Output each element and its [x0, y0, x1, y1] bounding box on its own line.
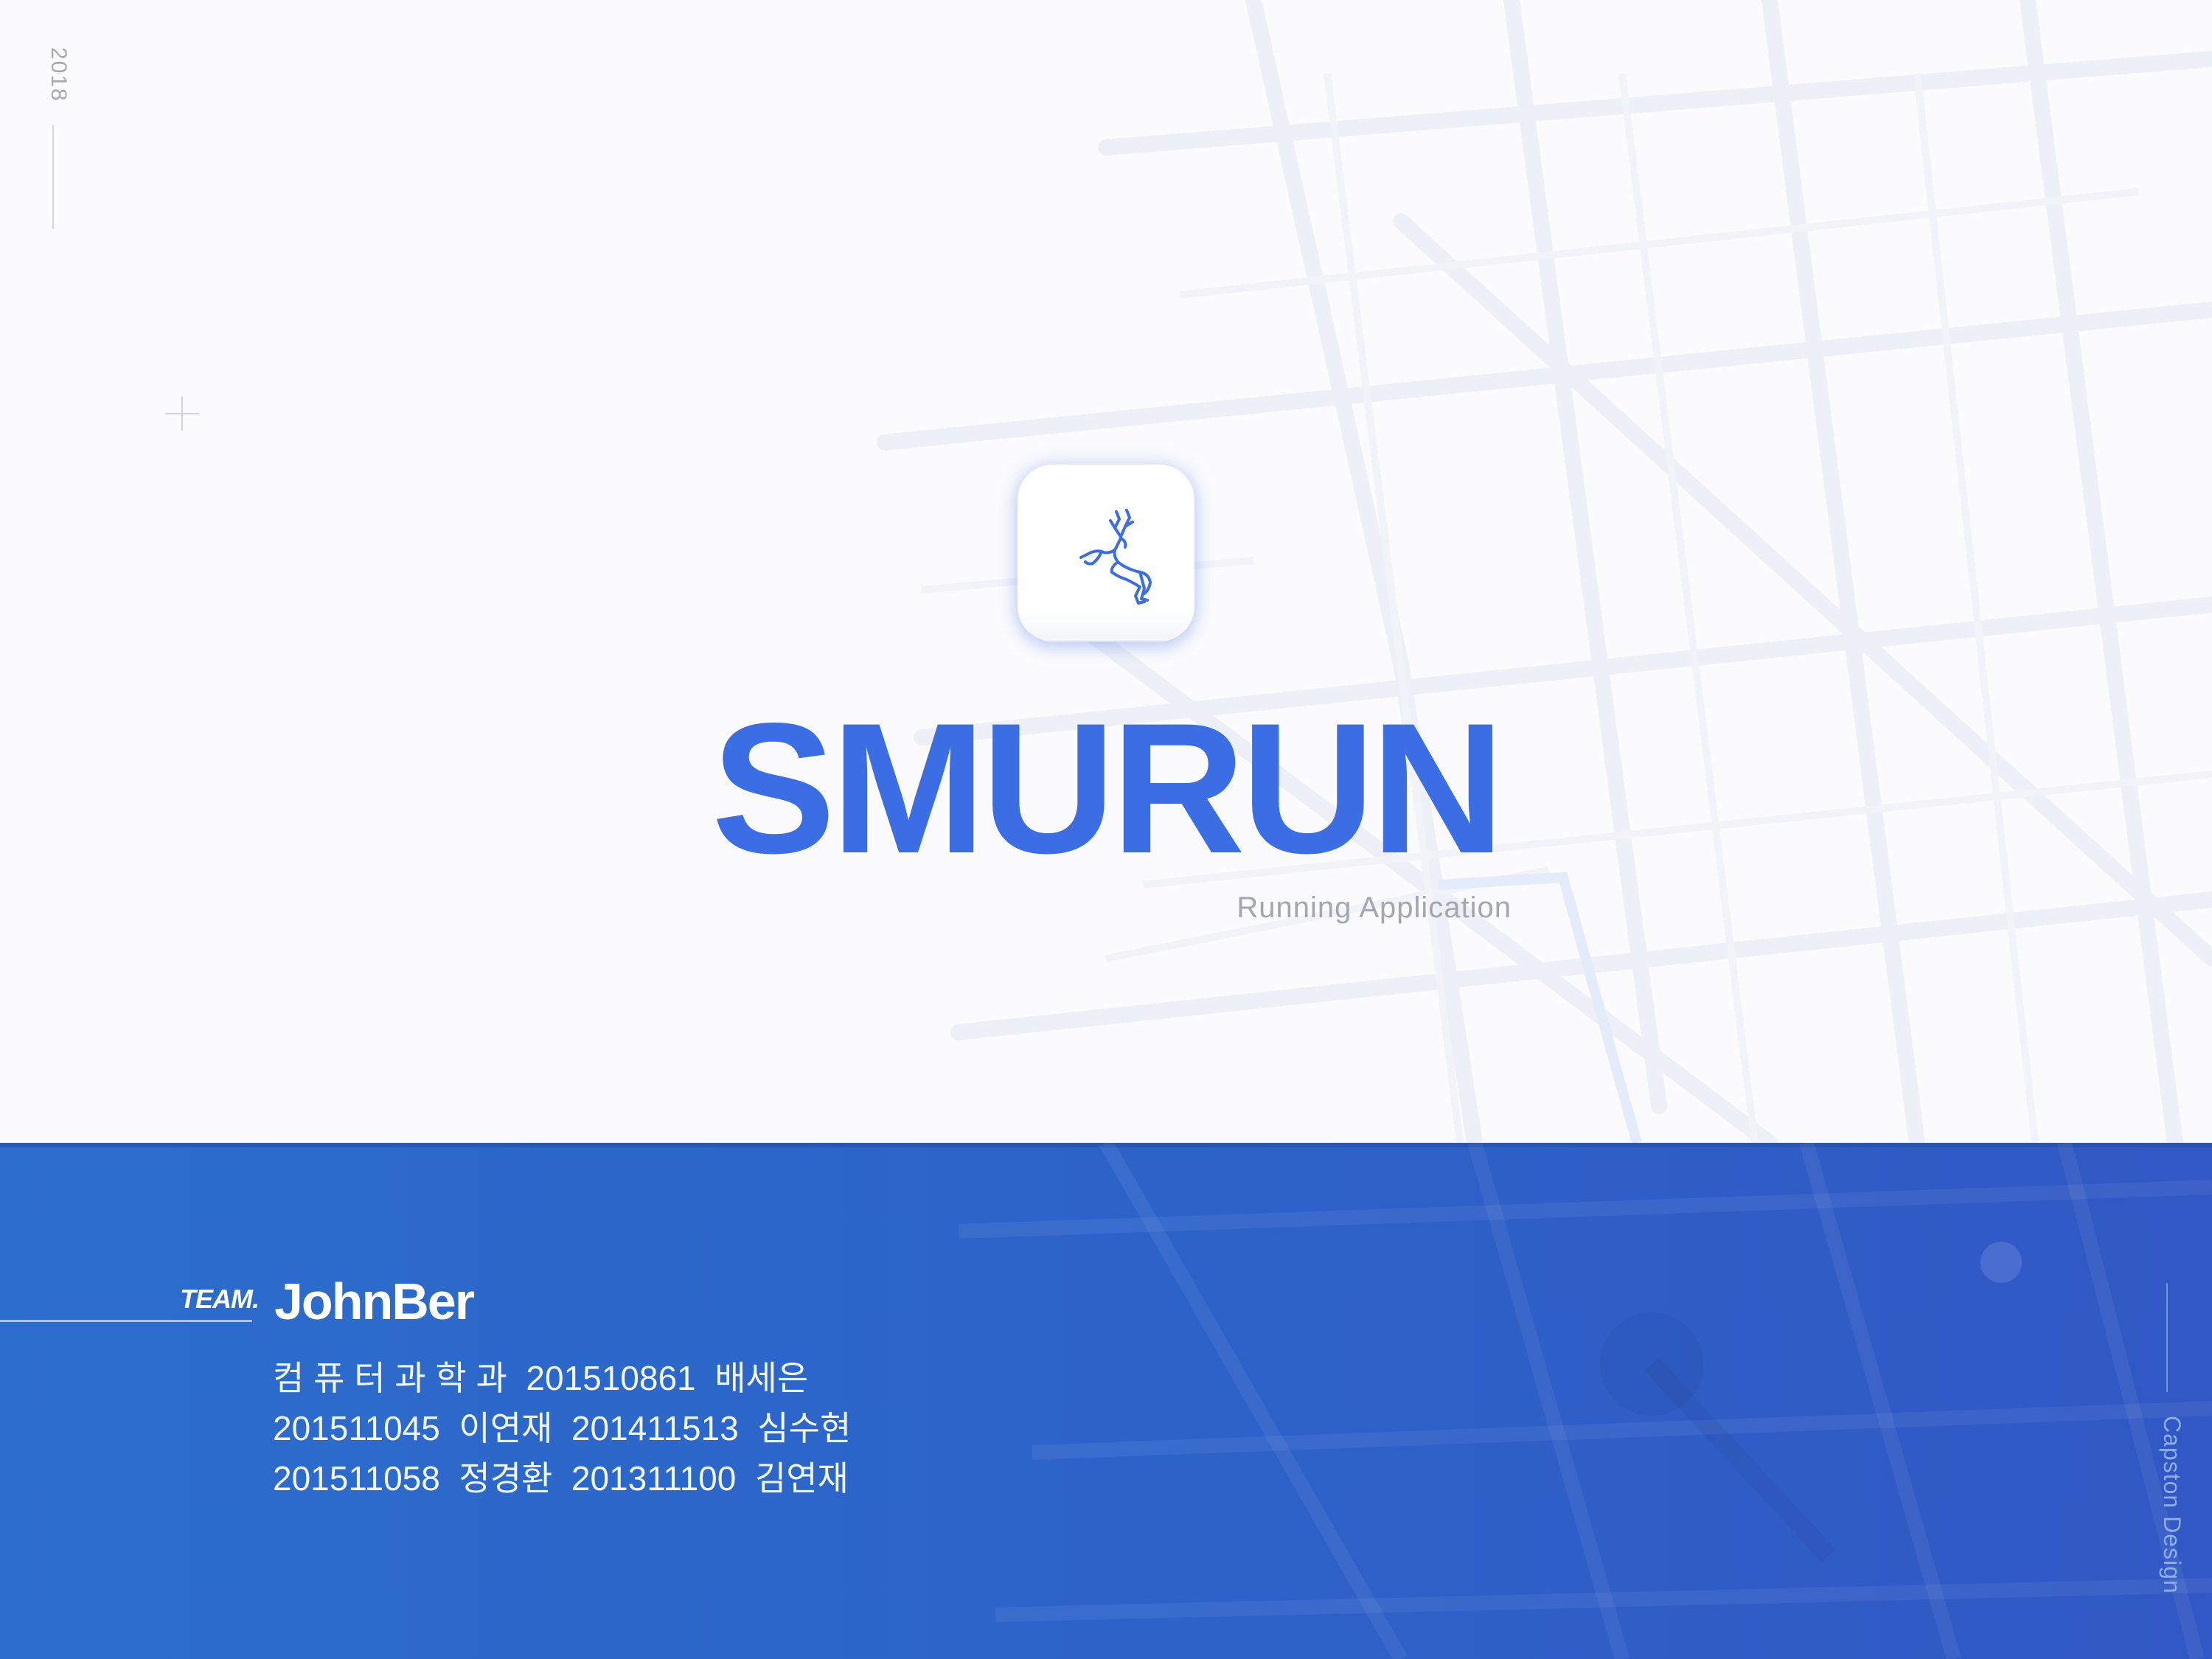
cover-page: 2018 SMURUN Running Application TEAM. Jo… [0, 0, 2212, 1659]
year-label: 2018 [46, 47, 71, 102]
location-dot [1980, 1242, 2022, 1283]
member-line: 201511058 정경환 201311100 김연재 [273, 1459, 849, 1498]
app-title: SMURUN [712, 685, 1505, 892]
team-info-band: TEAM. JohnBer 컴 퓨 터 과 학 과 201510861 배세은 … [0, 1143, 2212, 1659]
leaping-deer-icon [1079, 509, 1152, 605]
app-icon [1018, 465, 1194, 641]
member-line: 201511045 이연재 201411513 심수현 [273, 1409, 852, 1447]
crosshair-mark [165, 397, 199, 431]
team-name: JohnBer [274, 1273, 475, 1330]
side-divider [2166, 1283, 2168, 1392]
year-divider [52, 125, 54, 229]
app-subtitle: Running Application [1237, 891, 1512, 924]
team-label: TEAM. [180, 1284, 260, 1314]
capstone-label: Capston Design [2159, 1416, 2185, 1594]
team-rule [0, 1320, 252, 1322]
member-line: 컴 퓨 터 과 학 과 201510861 배세은 [273, 1359, 809, 1397]
member-list: 컴 퓨 터 과 학 과 201510861 배세은 201511045 이연재 … [273, 1353, 936, 1523]
